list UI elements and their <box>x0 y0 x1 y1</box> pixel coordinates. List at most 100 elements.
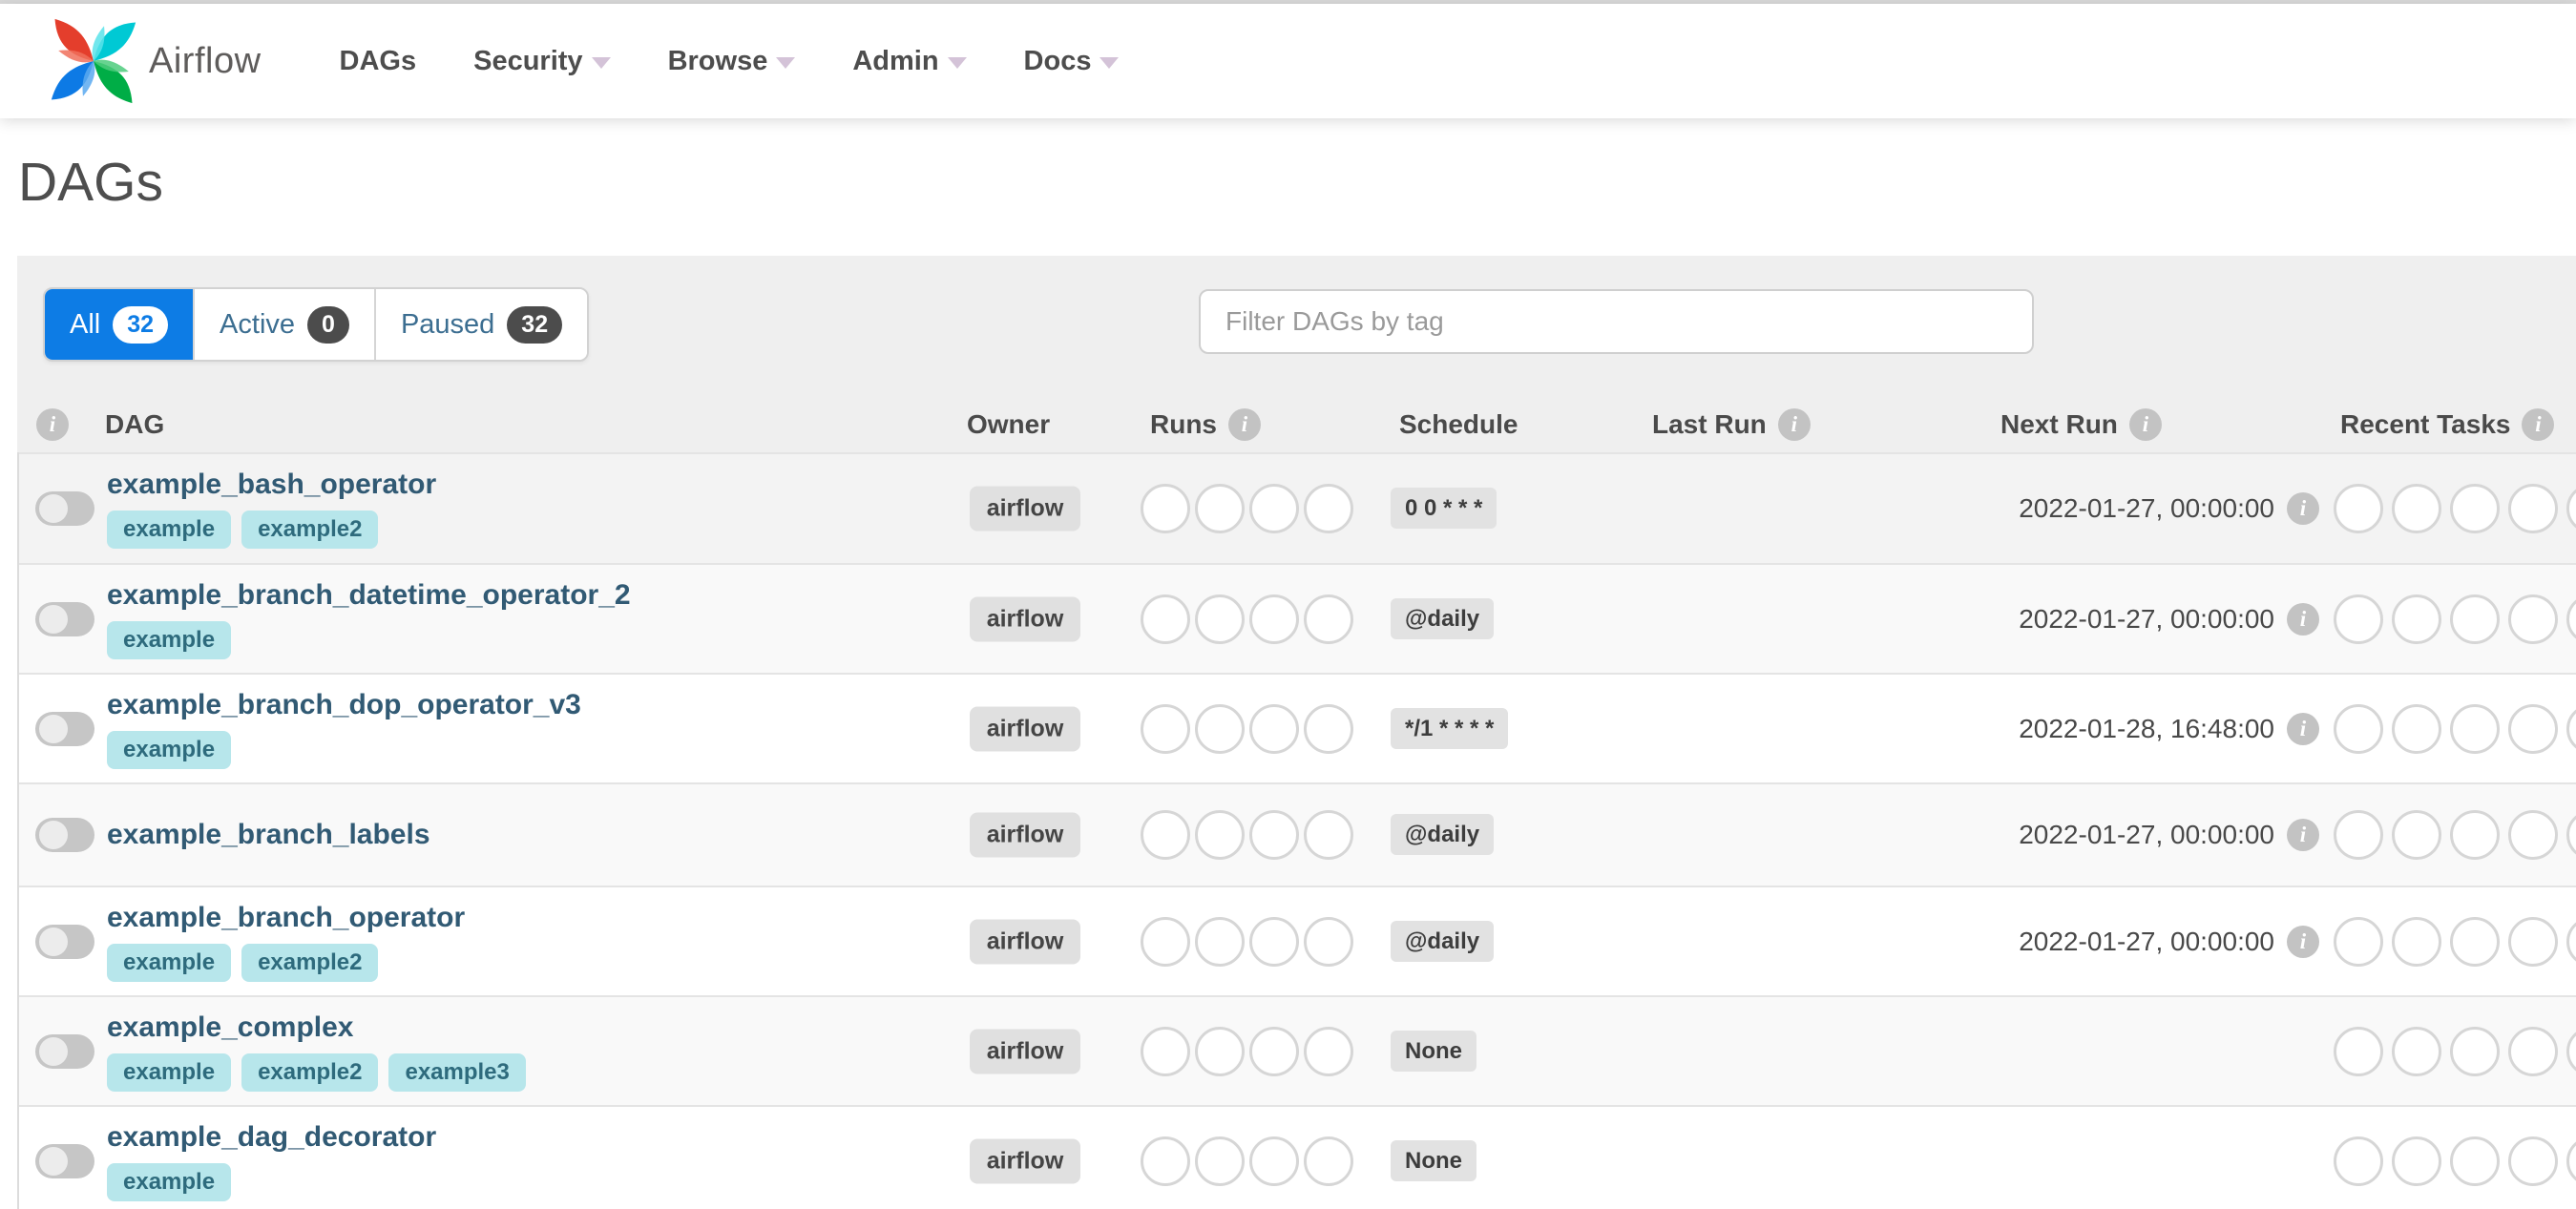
pause-toggle[interactable] <box>35 491 94 526</box>
recent-task-circle[interactable] <box>2508 703 2558 754</box>
recent-task-circle[interactable] <box>2508 1136 2558 1186</box>
run-status-circle[interactable] <box>1249 484 1299 533</box>
dag-tag-badge[interactable]: example2 <box>241 1053 379 1092</box>
dag-name-link[interactable]: example_branch_labels <box>107 819 430 851</box>
run-status-circle[interactable] <box>1141 916 1190 967</box>
recent-task-circle[interactable] <box>2392 1026 2441 1076</box>
owner-badge[interactable]: airflow <box>969 1029 1081 1074</box>
nav-item-browse[interactable]: Browse <box>668 46 796 77</box>
recent-task-circle[interactable] <box>2392 594 2441 644</box>
recent-task-circle[interactable] <box>2450 594 2500 644</box>
recent-task-circle[interactable] <box>2392 703 2441 754</box>
recent-task-circle[interactable] <box>2450 484 2500 533</box>
dag-tag-badge[interactable]: example3 <box>388 1053 526 1092</box>
run-status-circle[interactable] <box>1195 1026 1245 1076</box>
run-status-circle[interactable] <box>1304 703 1353 754</box>
run-status-circle[interactable] <box>1141 594 1190 644</box>
dag-name-link[interactable]: example_branch_operator <box>107 902 465 934</box>
run-status-circle[interactable] <box>1195 916 1245 967</box>
dag-tag-badge[interactable]: example <box>107 1162 232 1201</box>
recent-task-circle[interactable] <box>2566 1136 2576 1186</box>
dag-tag-badge[interactable]: example2 <box>241 943 379 982</box>
run-status-circle[interactable] <box>1249 703 1299 754</box>
recent-task-circle[interactable] <box>2392 1136 2441 1186</box>
recent-task-circle[interactable] <box>2334 916 2383 967</box>
owner-badge[interactable]: airflow <box>969 486 1081 532</box>
owner-badge[interactable]: airflow <box>969 919 1081 964</box>
run-status-circle[interactable] <box>1195 703 1245 754</box>
owner-badge[interactable]: airflow <box>969 1138 1081 1183</box>
dag-name-link[interactable]: example_branch_datetime_operator_2 <box>107 579 631 612</box>
recent-task-circle[interactable] <box>2334 484 2383 533</box>
dag-tag-badge[interactable]: example <box>107 730 232 769</box>
nav-item-dags[interactable]: DAGs <box>340 46 417 77</box>
owner-badge[interactable]: airflow <box>969 596 1081 641</box>
run-status-circle[interactable] <box>1141 810 1190 860</box>
tab-paused[interactable]: Paused 32 <box>373 289 588 360</box>
pause-toggle[interactable] <box>35 711 94 746</box>
dag-name-link[interactable]: example_branch_dop_operator_v3 <box>107 689 581 721</box>
recent-task-circle[interactable] <box>2450 1026 2500 1076</box>
run-status-circle[interactable] <box>1141 484 1190 533</box>
pause-toggle[interactable] <box>35 924 94 959</box>
recent-task-circle[interactable] <box>2566 810 2576 860</box>
pause-toggle[interactable] <box>35 1143 94 1178</box>
brand-name[interactable]: Airflow <box>149 41 262 82</box>
run-status-circle[interactable] <box>1249 1136 1299 1186</box>
recent-task-circle[interactable] <box>2450 703 2500 754</box>
col-header-dag[interactable]: DAG <box>105 409 164 440</box>
recent-task-circle[interactable] <box>2566 1026 2576 1076</box>
recent-task-circle[interactable] <box>2566 484 2576 533</box>
recent-task-circle[interactable] <box>2508 484 2558 533</box>
recent-task-circle[interactable] <box>2450 810 2500 860</box>
run-status-circle[interactable] <box>1195 810 1245 860</box>
recent-task-circle[interactable] <box>2450 916 2500 967</box>
recent-task-circle[interactable] <box>2450 1136 2500 1186</box>
recent-task-circle[interactable] <box>2508 916 2558 967</box>
airflow-logo-icon[interactable] <box>50 17 137 105</box>
run-status-circle[interactable] <box>1249 810 1299 860</box>
run-status-circle[interactable] <box>1249 916 1299 967</box>
run-status-circle[interactable] <box>1195 1136 1245 1186</box>
recent-task-circle[interactable] <box>2392 916 2441 967</box>
dag-tag-badge[interactable]: example <box>107 943 232 982</box>
nav-item-docs[interactable]: Docs <box>1024 46 1120 77</box>
run-status-circle[interactable] <box>1141 1026 1190 1076</box>
recent-task-circle[interactable] <box>2334 594 2383 644</box>
run-status-circle[interactable] <box>1249 1026 1299 1076</box>
owner-badge[interactable]: airflow <box>969 812 1081 858</box>
pause-toggle[interactable] <box>35 1033 94 1069</box>
nav-item-admin[interactable]: Admin <box>852 46 967 77</box>
run-status-circle[interactable] <box>1304 1136 1353 1186</box>
owner-badge[interactable]: airflow <box>969 706 1081 751</box>
recent-task-circle[interactable] <box>2566 703 2576 754</box>
pause-toggle[interactable] <box>35 601 94 636</box>
pause-toggle[interactable] <box>35 818 94 852</box>
recent-task-circle[interactable] <box>2566 594 2576 644</box>
recent-task-circle[interactable] <box>2334 1136 2383 1186</box>
run-status-circle[interactable] <box>1304 1026 1353 1076</box>
run-status-circle[interactable] <box>1141 703 1190 754</box>
run-status-circle[interactable] <box>1249 594 1299 644</box>
run-status-circle[interactable] <box>1195 484 1245 533</box>
recent-task-circle[interactable] <box>2566 916 2576 967</box>
dag-name-link[interactable]: example_complex <box>107 1011 526 1044</box>
tab-active[interactable]: Active 0 <box>193 289 374 360</box>
run-status-circle[interactable] <box>1304 810 1353 860</box>
run-status-circle[interactable] <box>1141 1136 1190 1186</box>
nav-item-security[interactable]: Security <box>473 46 611 77</box>
run-status-circle[interactable] <box>1304 484 1353 533</box>
run-status-circle[interactable] <box>1304 916 1353 967</box>
recent-task-circle[interactable] <box>2508 1026 2558 1076</box>
recent-task-circle[interactable] <box>2334 810 2383 860</box>
tab-all[interactable]: All 32 <box>45 289 194 360</box>
dag-tag-badge[interactable]: example <box>107 1053 232 1092</box>
recent-task-circle[interactable] <box>2334 1026 2383 1076</box>
dag-name-link[interactable]: example_dag_decorator <box>107 1121 436 1154</box>
run-status-circle[interactable] <box>1304 594 1353 644</box>
dag-tag-badge[interactable]: example <box>107 620 232 659</box>
dag-tag-badge[interactable]: example <box>107 511 232 549</box>
recent-task-circle[interactable] <box>2392 810 2441 860</box>
dag-name-link[interactable]: example_bash_operator <box>107 469 436 501</box>
recent-task-circle[interactable] <box>2508 810 2558 860</box>
